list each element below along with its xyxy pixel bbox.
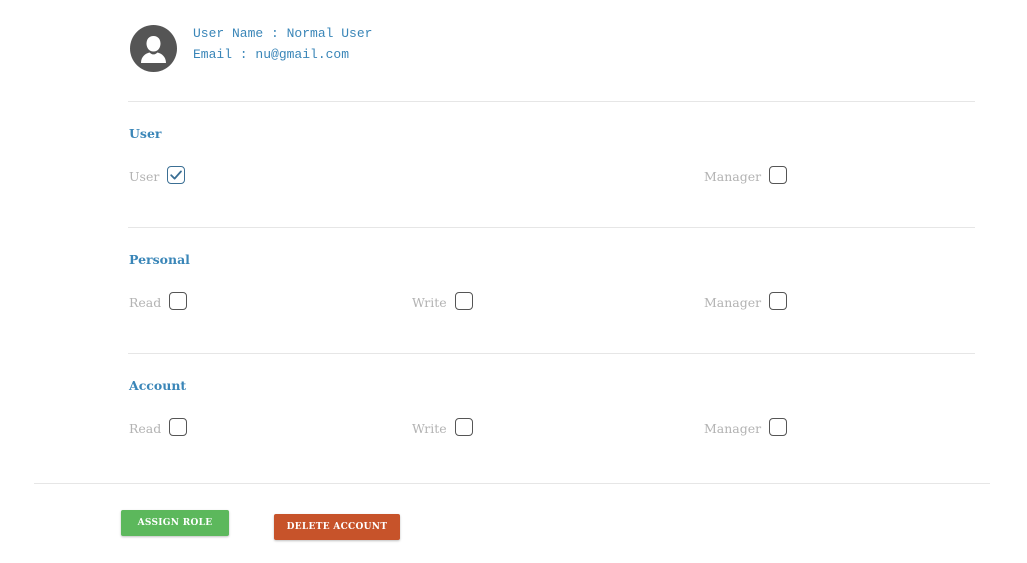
perm-account-write: Write [412,416,473,438]
perm-user-manager: Manager [704,164,788,186]
perm-personal-write: Write [412,290,473,312]
perm-label: Manager [704,421,762,436]
user-name: User Name : Normal User [193,26,373,41]
perm-label: Write [412,421,447,436]
footer-divider [34,483,990,484]
perm-account-manager: Manager [704,416,788,438]
checkbox-user-manager[interactable] [769,166,788,184]
checkbox-personal-read[interactable] [169,292,188,310]
divider [128,101,975,102]
delete-account-button[interactable]: DELETE ACCOUNT [274,514,400,540]
checkmark-icon [170,170,183,180]
assign-role-button[interactable]: ASSIGN ROLE [121,510,229,536]
section-title-personal: Personal [129,252,190,267]
perm-label: Read [129,421,162,436]
perm-label: Manager [704,295,762,310]
checkbox-personal-write[interactable] [454,292,473,310]
checkbox-personal-manager[interactable] [769,292,788,310]
checkbox-account-read[interactable] [169,418,188,436]
checkbox-account-manager[interactable] [769,418,788,436]
divider [128,353,975,354]
user-email: Email : nu@gmail.com [193,47,350,62]
perm-label: Write [412,295,447,310]
perm-personal-manager: Manager [704,290,788,312]
checkbox-account-write[interactable] [454,418,473,436]
divider [128,227,975,228]
section-title-user: User [129,126,162,141]
user-header: User Name : Normal User Email : nu@gmail… [130,24,372,72]
section-title-account: Account [129,378,187,393]
avatar-icon [130,24,177,72]
perm-label: Manager [704,169,762,184]
perm-label: User [129,169,160,184]
user-info: User Name : Normal User Email : nu@gmail… [193,23,372,65]
perm-user-user: User [129,164,186,186]
perm-account-read: Read [129,416,188,438]
perm-personal-read: Read [129,290,188,312]
perm-label: Read [129,295,162,310]
checkbox-user-user[interactable] [167,166,186,184]
